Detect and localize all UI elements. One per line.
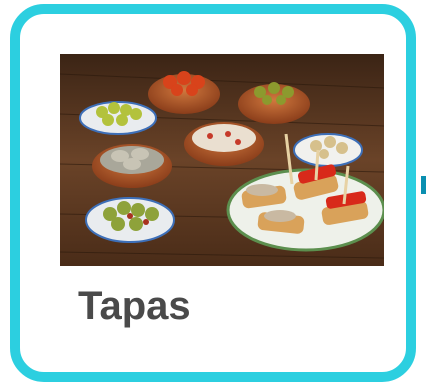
tapas-image: [60, 54, 384, 266]
tapas-card[interactable]: Tapas: [10, 4, 416, 382]
card-title: Tapas: [78, 284, 191, 328]
edge-indicator: [421, 176, 426, 194]
